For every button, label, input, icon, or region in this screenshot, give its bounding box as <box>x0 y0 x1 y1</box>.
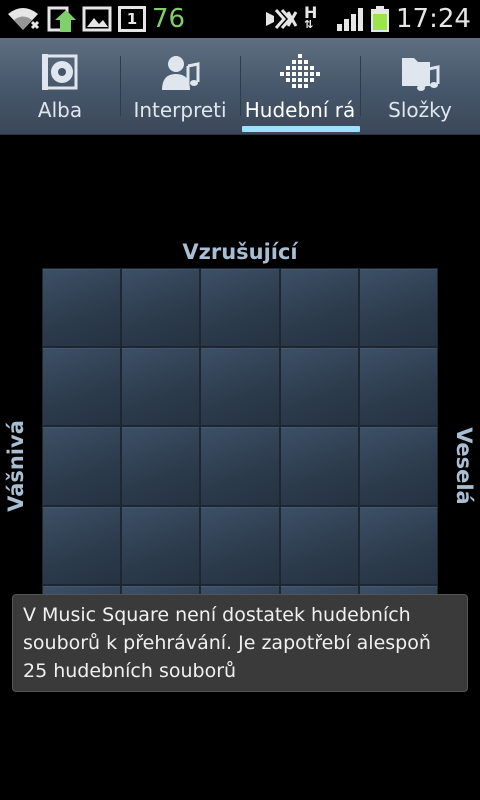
tab-artists[interactable]: Interpreti <box>120 38 240 134</box>
mood-cell[interactable] <box>43 348 121 426</box>
gallery-icon <box>82 6 112 32</box>
mood-cell[interactable] <box>122 269 200 347</box>
screen: 1 76 H ⇅ 17:24 Alba Interpreti Hudební r… <box>0 0 480 800</box>
battery-icon <box>371 6 389 32</box>
tab-folders[interactable]: Složky <box>360 38 480 134</box>
tab-label: Složky <box>388 98 452 122</box>
mood-cell[interactable] <box>201 427 279 505</box>
mood-cell[interactable] <box>201 348 279 426</box>
mood-cell[interactable] <box>43 506 121 584</box>
mood-label-right: Veselá <box>452 427 476 505</box>
mood-cell[interactable] <box>280 427 358 505</box>
mood-cell[interactable] <box>43 269 121 347</box>
calendar-day: 1 <box>126 10 138 28</box>
mood-cell[interactable] <box>122 427 200 505</box>
mood-cell[interactable] <box>43 427 121 505</box>
tab-bar: Alba Interpreti Hudební rá Složky <box>0 38 480 135</box>
signal-icon <box>337 8 363 31</box>
tab-music-square[interactable]: Hudební rá <box>240 38 360 134</box>
tab-label: Hudební rá <box>244 98 356 122</box>
mood-cell[interactable] <box>122 348 200 426</box>
calendar-icon: 1 <box>118 6 146 32</box>
mood-cell[interactable] <box>280 506 358 584</box>
mood-cell[interactable] <box>280 269 358 347</box>
artist-icon <box>162 56 200 90</box>
status-bar: 1 76 H ⇅ 17:24 <box>0 0 480 38</box>
hspa-icon: H ⇅ <box>304 3 318 31</box>
tab-albums[interactable]: Alba <box>0 38 120 134</box>
mood-label-top: Vzrušující <box>182 240 298 264</box>
mood-cell[interactable] <box>122 506 200 584</box>
mood-cell[interactable] <box>201 506 279 584</box>
tab-label: Alba <box>37 98 83 122</box>
mood-cell[interactable] <box>359 427 437 505</box>
mute-icon <box>266 9 298 29</box>
clock: 17:24 <box>396 4 471 34</box>
folder-music-icon <box>402 58 440 91</box>
mood-cell[interactable] <box>359 506 437 584</box>
mood-cell[interactable] <box>359 269 437 347</box>
wifi-icon <box>8 8 40 30</box>
battery-level-text: 76 <box>152 4 186 34</box>
toast-message: V Music Square není dostatek hudebních s… <box>12 594 468 692</box>
music-square-icon <box>280 54 320 88</box>
mood-label-left: Vášnivá <box>4 420 28 512</box>
mood-cell[interactable] <box>359 348 437 426</box>
mood-cell[interactable] <box>201 269 279 347</box>
tab-label: Interpreti <box>133 98 227 122</box>
upload-icon <box>47 6 76 32</box>
mood-cell[interactable] <box>280 348 358 426</box>
album-icon <box>42 54 78 90</box>
active-tab-indicator <box>242 126 360 132</box>
